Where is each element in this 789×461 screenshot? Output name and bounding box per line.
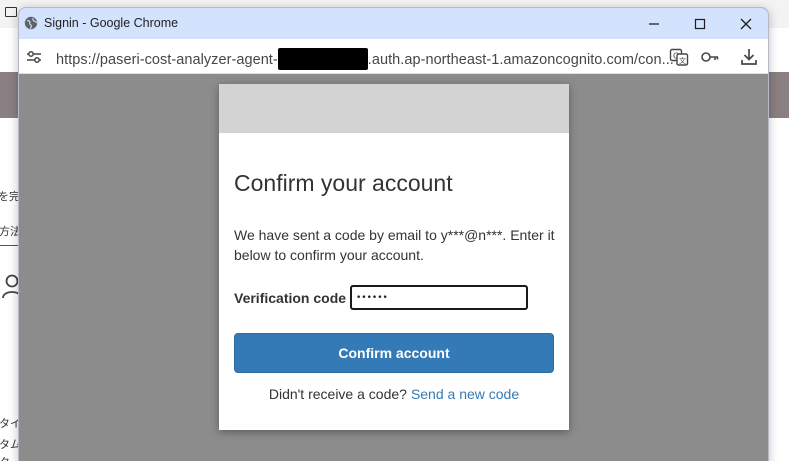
password-key-icon[interactable] bbox=[700, 47, 720, 67]
svg-text:文: 文 bbox=[679, 56, 686, 65]
title-bar[interactable]: Signin - Google Chrome bbox=[19, 8, 768, 39]
minimize-button[interactable] bbox=[631, 8, 677, 39]
verification-code-input[interactable] bbox=[350, 285, 528, 310]
translate-icon[interactable]: G 文 bbox=[669, 47, 689, 67]
send-new-code-link[interactable]: Send a new code bbox=[411, 386, 519, 402]
confirmation-message: We have sent a code by email to y***@n**… bbox=[234, 227, 555, 263]
verification-code-label: Verification code bbox=[234, 290, 347, 306]
resend-prompt: Didn't receive a code? bbox=[268, 386, 407, 402]
address-bar: https://paseri-cost-analyzer-agent- .auth… bbox=[19, 39, 768, 74]
background-text-fragment: ク bbox=[0, 454, 10, 461]
globe-icon bbox=[24, 16, 38, 30]
page-content-overlay: Confirm your account We have sent a code… bbox=[19, 74, 768, 461]
download-icon[interactable] bbox=[739, 47, 759, 67]
dialog-header-bar bbox=[219, 84, 569, 133]
dialog-title: Confirm your account bbox=[234, 170, 453, 196]
site-info-icon[interactable] bbox=[25, 48, 43, 66]
background-text-fragment: を完 bbox=[0, 190, 20, 203]
redacted-block bbox=[277, 48, 368, 70]
confirm-account-button[interactable]: Confirm account bbox=[234, 333, 554, 373]
url-suffix: .auth.ap-northeast-1.amazoncognito.com/c… bbox=[367, 52, 674, 68]
url-prefix: https://paseri-cost-analyzer-agent- bbox=[56, 52, 278, 68]
close-button[interactable] bbox=[723, 8, 768, 39]
minimize-icon bbox=[649, 22, 659, 25]
window-title: Signin - Google Chrome bbox=[44, 16, 179, 30]
resend-code-row: Didn't receive a code? Send a new code bbox=[219, 386, 569, 402]
folder-icon bbox=[5, 7, 17, 17]
background-divider bbox=[0, 245, 18, 246]
close-icon bbox=[740, 18, 752, 29]
url-text[interactable]: https://paseri-cost-analyzer-agent- .auth… bbox=[56, 48, 674, 70]
maximize-icon bbox=[694, 18, 706, 29]
confirm-account-dialog: Confirm your account We have sent a code… bbox=[219, 84, 569, 430]
maximize-button[interactable] bbox=[677, 8, 723, 39]
chrome-popup-window: Signin - Google Chrome https://paseri-co… bbox=[18, 7, 769, 461]
